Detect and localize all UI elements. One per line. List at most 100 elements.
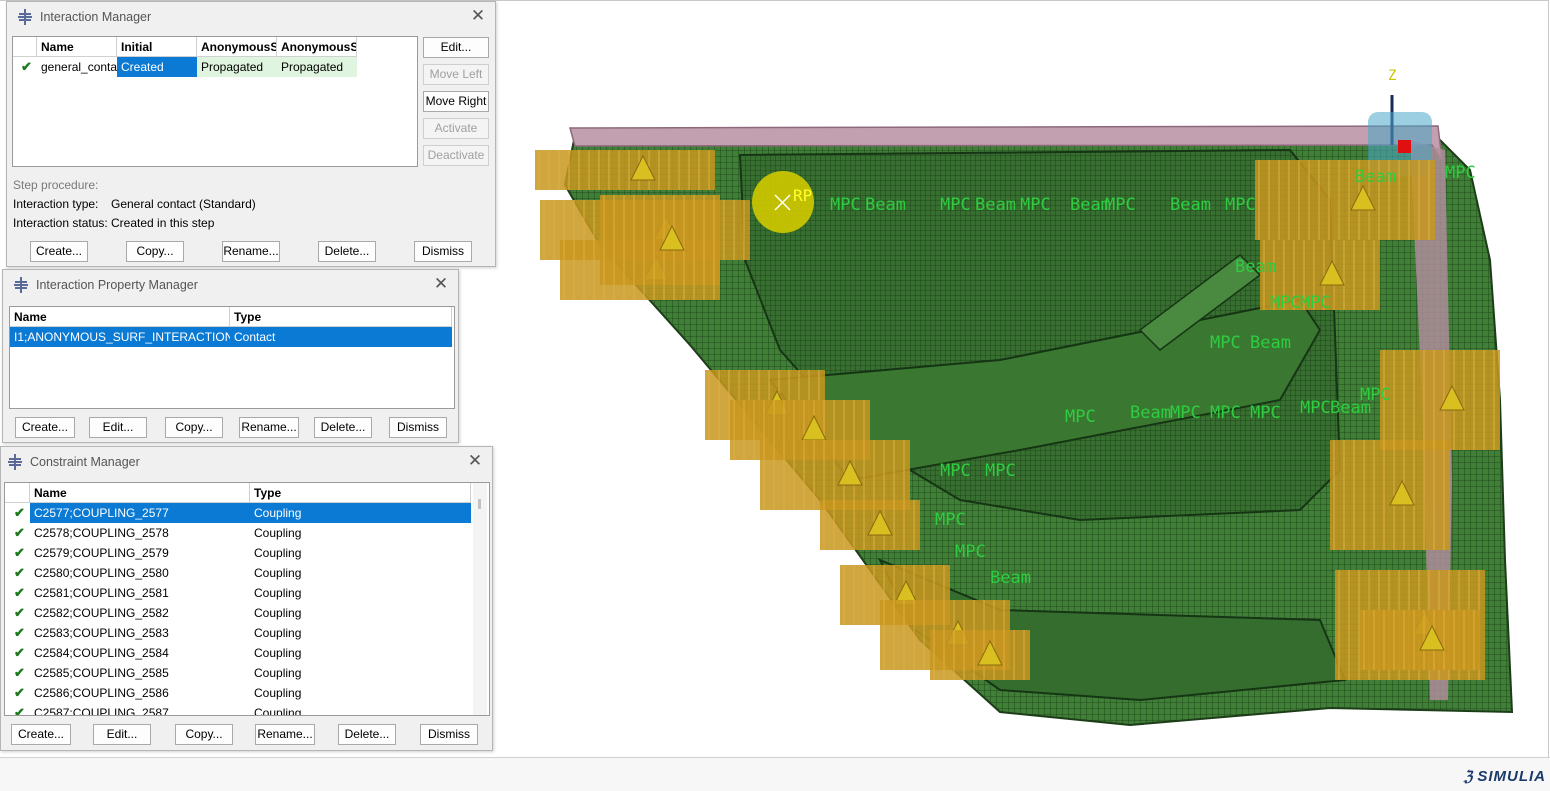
constraint-type-cell[interactable]: Coupling (250, 603, 471, 623)
property-type-cell[interactable]: Contact (230, 327, 452, 347)
constraint-table[interactable]: Name Type ✔ C2577;COUPLING_2577 Coupling ✔ C… (4, 482, 490, 716)
constraint-type-cell[interactable]: Coupling (250, 703, 471, 715)
create-button[interactable]: Create... (15, 417, 75, 438)
delete-button[interactable]: Delete... (338, 724, 396, 745)
active-check-icon: ✔ (14, 585, 25, 600)
column-header-type[interactable]: Type (250, 483, 471, 503)
table-row[interactable]: ✔ C2587;COUPLING_2587 Coupling (5, 703, 471, 715)
copy-button[interactable]: Copy... (175, 724, 233, 745)
scrollbar-thumb[interactable] (478, 499, 481, 509)
mpc-label: MPC (935, 510, 966, 530)
mpc-label: MPC (1065, 407, 1096, 427)
constraint-type-cell[interactable]: Coupling (250, 643, 471, 663)
move-left-button[interactable]: Move Left (423, 64, 489, 85)
dismiss-button[interactable]: Dismiss (414, 241, 472, 262)
interaction-table[interactable]: Name Initial AnonymousST AnonymousST ✔ g… (12, 36, 418, 167)
column-header-step2[interactable]: AnonymousST (277, 37, 357, 57)
constraint-name-cell[interactable]: C2586;COUPLING_2586 (30, 683, 250, 703)
create-button[interactable]: Create... (11, 724, 71, 745)
table-row[interactable]: ✔ C2583;COUPLING_2583 Coupling (5, 623, 471, 643)
column-header-step1[interactable]: AnonymousST (197, 37, 277, 57)
interaction-status-label: Interaction status: (13, 216, 108, 230)
mpc-label: MPC (985, 461, 1016, 481)
step1-status-cell[interactable]: Propagated (197, 57, 277, 77)
rename-button[interactable]: Rename... (239, 417, 299, 438)
edit-button[interactable]: Edit... (89, 417, 147, 438)
mpc-label: MPC (940, 195, 971, 215)
delete-button[interactable]: Delete... (314, 417, 372, 438)
column-header-type[interactable]: Type (230, 307, 452, 327)
column-header-name[interactable]: Name (37, 37, 117, 57)
constraint-name-cell[interactable]: C2582;COUPLING_2582 (30, 603, 250, 623)
table-row[interactable]: ✔ C2584;COUPLING_2584 Coupling (5, 643, 471, 663)
table-header-check (13, 37, 37, 57)
mpc-label: Beam (975, 195, 1016, 215)
constraint-name-cell[interactable]: C2581;COUPLING_2581 (30, 583, 250, 603)
property-name-cell[interactable]: I1;ANONYMOUS_SURF_INTERACTION (10, 327, 230, 347)
constraint-name-cell[interactable]: C2587;COUPLING_2587 (30, 703, 250, 715)
constraint-name-cell[interactable]: C2577;COUPLING_2577 (30, 503, 250, 523)
constraint-name-cell[interactable]: C2583;COUPLING_2583 (30, 623, 250, 643)
column-header-name[interactable]: Name (10, 307, 230, 327)
constraint-name-cell[interactable]: C2579;COUPLING_2579 (30, 543, 250, 563)
copy-button[interactable]: Copy... (126, 241, 184, 262)
dismiss-button[interactable]: Dismiss (389, 417, 447, 438)
active-check-icon: ✔ (14, 605, 25, 620)
constraint-name-cell[interactable]: C2585;COUPLING_2585 (30, 663, 250, 683)
create-button[interactable]: Create... (30, 241, 88, 262)
vertical-scrollbar[interactable] (473, 483, 487, 715)
active-check-icon: ✔ (14, 505, 25, 520)
table-row[interactable]: ✔ C2580;COUPLING_2580 Coupling (5, 563, 471, 583)
copy-button[interactable]: Copy... (165, 417, 223, 438)
constraint-type-cell[interactable]: Coupling (250, 543, 471, 563)
interaction-property-manager-titlebar[interactable]: Interaction Property Manager ✕ (3, 270, 458, 300)
table-row[interactable]: ✔ C2581;COUPLING_2581 Coupling (5, 583, 471, 603)
mpc-label: MPC (940, 461, 971, 481)
rp-label: RP (793, 186, 813, 205)
interaction-name-cell[interactable]: general_conta (37, 57, 117, 77)
constraint-name-cell[interactable]: C2580;COUPLING_2580 (30, 563, 250, 583)
table-row[interactable]: ✔ C2577;COUPLING_2577 Coupling (5, 503, 471, 523)
abaqus-dialog-icon (14, 277, 28, 293)
delete-button[interactable]: Delete... (318, 241, 376, 262)
interaction-type-label: Interaction type: (13, 197, 99, 211)
constraint-type-cell[interactable]: Coupling (250, 663, 471, 683)
dismiss-button[interactable]: Dismiss (420, 724, 478, 745)
constraint-type-cell[interactable]: Coupling (250, 503, 471, 523)
constraint-type-cell[interactable]: Coupling (250, 683, 471, 703)
constraint-name-cell[interactable]: C2578;COUPLING_2578 (30, 523, 250, 543)
constraint-type-cell[interactable]: Coupling (250, 523, 471, 543)
move-right-button[interactable]: Move Right (423, 91, 489, 112)
constraint-type-cell[interactable]: Coupling (250, 563, 471, 583)
table-header-check (5, 483, 30, 503)
mpc-label: MPC (1300, 293, 1331, 313)
step2-status-cell[interactable]: Propagated (277, 57, 357, 77)
column-header-initial[interactable]: Initial (117, 37, 197, 57)
edit-button[interactable]: Edit... (423, 37, 489, 58)
constraint-type-cell[interactable]: Coupling (250, 623, 471, 643)
interaction-property-table[interactable]: Name Type I1;ANONYMOUS_SURF_INTERACTION … (9, 306, 455, 409)
active-check-icon: ✔ (14, 565, 25, 580)
table-row[interactable]: ✔ C2579;COUPLING_2579 Coupling (5, 543, 471, 563)
constraint-type-cell[interactable]: Coupling (250, 583, 471, 603)
abaqus-dialog-icon (8, 454, 22, 470)
close-icon[interactable]: ✕ (433, 275, 449, 292)
table-row[interactable]: ✔ C2585;COUPLING_2585 Coupling (5, 663, 471, 683)
table-row[interactable]: ✔ C2582;COUPLING_2582 Coupling (5, 603, 471, 623)
activate-button[interactable]: Activate (423, 118, 489, 139)
close-icon[interactable]: ✕ (470, 7, 486, 24)
constraint-name-cell[interactable]: C2584;COUPLING_2584 (30, 643, 250, 663)
mpc-label: Beam (1250, 333, 1291, 353)
close-icon[interactable]: ✕ (467, 452, 483, 469)
initial-status-cell[interactable]: Created (117, 57, 197, 77)
edit-button[interactable]: Edit... (93, 724, 151, 745)
table-row[interactable]: ✔ C2586;COUPLING_2586 Coupling (5, 683, 471, 703)
rename-button[interactable]: Rename... (222, 241, 280, 262)
table-row[interactable]: ✔ C2578;COUPLING_2578 Coupling (5, 523, 471, 543)
column-header-name[interactable]: Name (30, 483, 250, 503)
constraint-manager-titlebar[interactable]: Constraint Manager ✕ (1, 447, 492, 477)
deactivate-button[interactable]: Deactivate (423, 145, 489, 166)
rename-button[interactable]: Rename... (255, 724, 315, 745)
interaction-status-value: Created in this step (111, 216, 215, 230)
interaction-manager-titlebar[interactable]: Interaction Manager ✕ (7, 2, 495, 32)
